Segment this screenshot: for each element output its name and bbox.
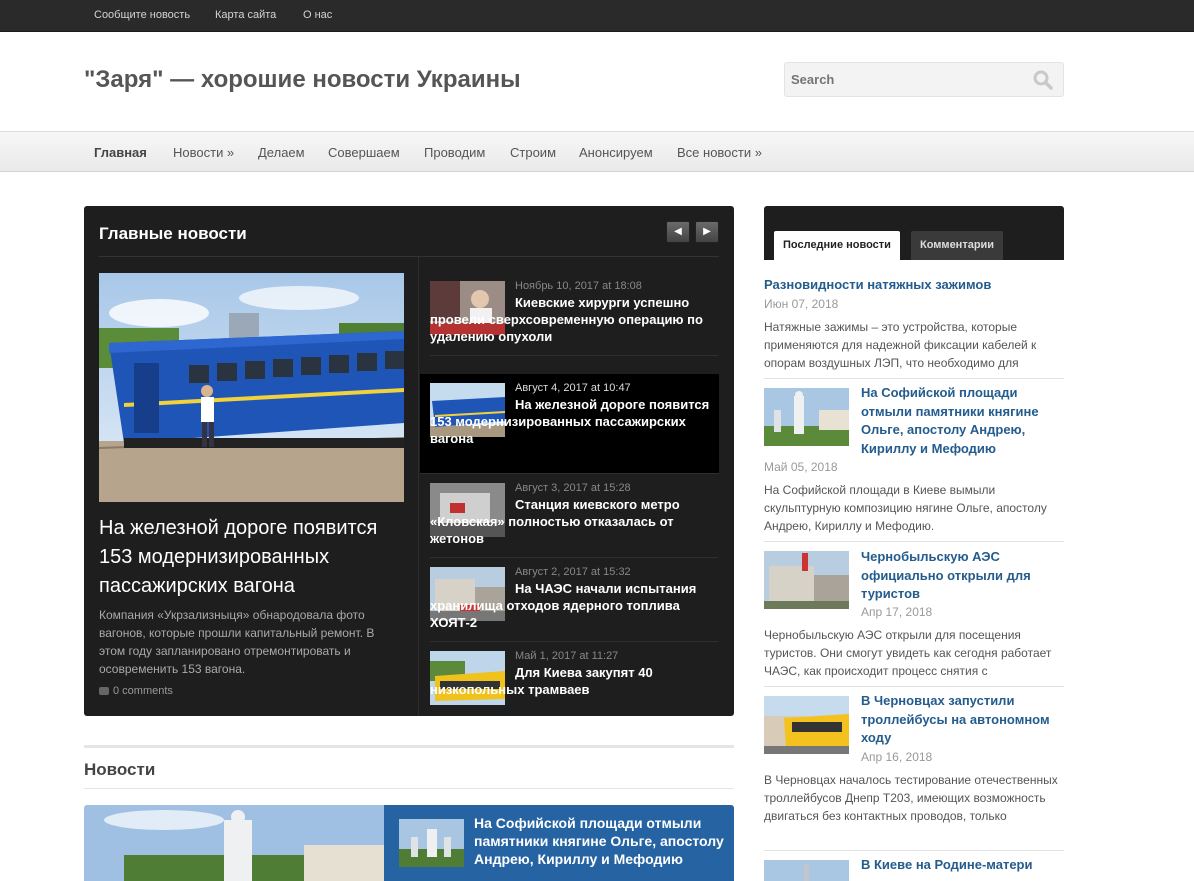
divider (84, 788, 734, 789)
tab-comments[interactable]: Комментарии (911, 231, 1004, 260)
news-date: Ноябрь 10, 2017 at 18:08 (515, 280, 642, 292)
sidebar-post-date: Июн 07, 2018 (764, 297, 839, 311)
divider (764, 541, 1064, 542)
topbar-link-submit-news[interactable]: Сообщите новость (94, 9, 190, 21)
featured-list-item[interactable]: Май 1, 2017 at 11:27 Для Киева закупят 4… (430, 642, 718, 726)
sidebar-post-title[interactable]: Разновидности натяжных зажимов (764, 276, 1064, 295)
monument-photo (84, 805, 384, 881)
divider (764, 378, 1064, 379)
sidebar-post-title[interactable]: В Киеве на Родине-матери (861, 856, 1061, 875)
topbar-link-sitemap[interactable]: Карта сайта (215, 9, 276, 21)
nav-item-accomplishing[interactable]: Совершаем (328, 145, 400, 160)
sidebar-post-excerpt: Чернобыльскую АЭС открыли для посещения … (764, 628, 1052, 678)
divider (418, 257, 419, 716)
sidebar-post-date: Апр 17, 2018 (861, 605, 933, 619)
news-section-title: Новости (84, 760, 156, 779)
news-featured-caption: На Софийской площади отмыли памятники кн… (384, 805, 734, 881)
slider-next-button[interactable]: ▶ (695, 221, 719, 243)
site-title[interactable]: "Заря" — хорошие новости Украины (84, 66, 521, 94)
featured-headline[interactable]: На железной дороге появится 153 модерниз… (99, 514, 409, 601)
top-bar: Сообщите новость Карта сайта О нас (0, 0, 1194, 32)
news-featured-item[interactable]: На Софийской площади отмыли памятники кн… (84, 805, 734, 881)
main-nav: Главная Новости » Делаем Совершаем Прово… (0, 131, 1194, 172)
comment-icon (99, 687, 109, 696)
news-date: Август 2, 2017 at 15:32 (515, 566, 631, 578)
triangle-left-icon: ◀ (674, 226, 682, 237)
nav-item-building[interactable]: Строим (510, 145, 556, 160)
chernobyl-thumbnail[interactable] (764, 551, 849, 609)
slider-prev-button[interactable]: ◀ (666, 221, 690, 243)
news-title: Киевские хирурги успешно провели сверхсо… (430, 295, 703, 344)
search-icon[interactable] (1033, 70, 1053, 90)
news-featured-title[interactable]: На Софийской площади отмыли памятники кн… (474, 814, 724, 868)
monument-thumbnail (399, 819, 464, 867)
sidebar-post-title[interactable]: Чернобыльскую АЭС официально открыли для… (861, 548, 1061, 604)
train-photo[interactable] (99, 273, 404, 502)
comments-link[interactable]: 0 comments (99, 685, 173, 697)
nav-item-doing[interactable]: Делаем (258, 145, 305, 160)
nav-item-conducting[interactable]: Проводим (424, 145, 485, 160)
news-date: Август 3, 2017 at 15:28 (515, 482, 631, 494)
news-title: На ЧАЭС начали испытания хранилища отход… (430, 581, 697, 630)
featured-list-item[interactable]: Ноябрь 10, 2017 at 18:08 Киевские хирург… (430, 272, 718, 356)
divider (764, 850, 1064, 851)
motherland-thumbnail[interactable] (764, 860, 849, 881)
divider (84, 745, 734, 748)
nav-item-home[interactable]: Главная (94, 145, 147, 160)
featured-list-item-active[interactable]: Август 4, 2017 at 10:47 На железной доро… (420, 374, 719, 474)
featured-list-item[interactable]: Август 2, 2017 at 15:32 На ЧАЭС начали и… (430, 558, 718, 642)
nav-item-announcing[interactable]: Анонсируем (579, 145, 653, 160)
featured-excerpt: Компания «Укрзализныця» обнародовала фот… (99, 608, 375, 676)
comments-count: 0 comments (113, 685, 173, 697)
trolleybus-thumbnail[interactable] (764, 696, 849, 754)
featured-news-slider: Главные новости ◀ ▶ На железной дороге п… (84, 206, 734, 716)
divider (99, 256, 719, 257)
news-title: Станция киевского метро «Кловская» полно… (430, 497, 680, 546)
topbar-link-about[interactable]: О нас (303, 9, 332, 21)
sophia-square-thumbnail[interactable] (764, 388, 849, 446)
sidebar-post-title[interactable]: В Черновцах запустили троллейбусы на авт… (861, 692, 1061, 748)
news-title: Для Киева закупят 40 низкопольных трамва… (430, 665, 653, 697)
search-box (784, 62, 1064, 97)
news-title: На железной дороге появится 153 модерниз… (430, 397, 710, 446)
triangle-right-icon: ▶ (703, 226, 711, 237)
sidebar-post-date: Май 05, 2018 (764, 460, 838, 474)
news-date: Май 1, 2017 at 11:27 (515, 650, 619, 662)
sidebar-post-date: Апр 16, 2018 (861, 750, 933, 764)
sidebar-post-excerpt: В Черновцах началось тестирование отечес… (764, 773, 1058, 823)
nav-item-news[interactable]: Новости » (173, 145, 234, 160)
nav-item-all-news[interactable]: Все новости » (677, 145, 762, 160)
search-input[interactable] (785, 63, 1025, 96)
sidebar-post-excerpt: Натяжные зажимы – это устройства, которы… (764, 320, 1037, 370)
sidebar-post-title[interactable]: На Софийской площади отмыли памятники кн… (861, 384, 1061, 458)
featured-list-item[interactable]: Август 3, 2017 at 15:28 Станция киевског… (430, 474, 718, 558)
sidebar-tabs: Последние новости Комментарии (764, 206, 1064, 260)
featured-title: Главные новости (99, 224, 247, 243)
news-date: Август 4, 2017 at 10:47 (515, 382, 631, 394)
tab-latest-news[interactable]: Последние новости (774, 231, 900, 260)
sidebar-post-excerpt: На Софийской площади в Киеве вымыли скул… (764, 483, 1047, 533)
divider (764, 686, 1064, 687)
